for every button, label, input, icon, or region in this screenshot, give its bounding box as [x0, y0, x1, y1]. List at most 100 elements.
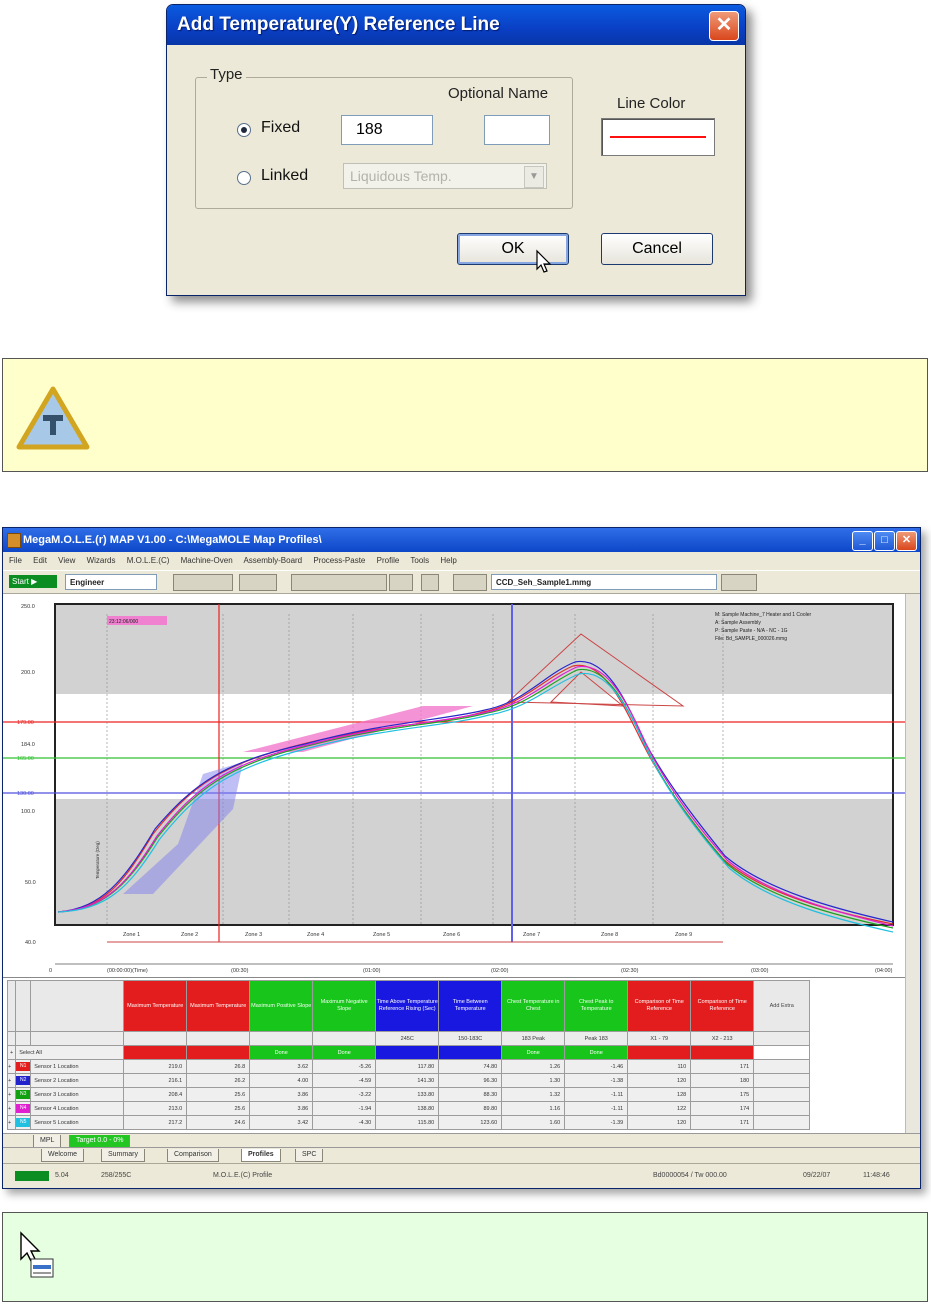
- grid-cell: 216.1: [123, 1073, 188, 1088]
- profile-file-combo[interactable]: CCD_Seh_Sample1.mmg: [491, 574, 717, 590]
- sensor-tag[interactable]: N2: [15, 1073, 32, 1088]
- menu-mole[interactable]: M.O.L.E.(C): [127, 556, 170, 565]
- sensor-tag[interactable]: N1: [15, 1059, 32, 1074]
- x-tick: (00:00:00)(Time): [107, 968, 148, 974]
- zone-label: Zone 5: [373, 932, 390, 938]
- menu-process-paste[interactable]: Process-Paste: [313, 556, 365, 565]
- menu-tools[interactable]: Tools: [410, 556, 429, 565]
- select-all-label[interactable]: Select All: [15, 1045, 125, 1060]
- start-button[interactable]: Start ▶: [9, 575, 57, 588]
- close-icon[interactable]: ✕: [709, 11, 739, 41]
- table-row[interactable]: + N4 Sensor 4 Location 213.0 25.6 3.86 -1.94 13…: [6, 1101, 811, 1116]
- menu-assembly-board[interactable]: Assembly-Board: [243, 556, 302, 565]
- grid-cell: -1.11: [564, 1101, 629, 1116]
- fixed-radio[interactable]: [237, 123, 251, 137]
- expand-icon[interactable]: +: [6, 1115, 17, 1130]
- profile-chart[interactable]: 23:12:06/000 M: Sample Machine_7 Heater …: [3, 594, 920, 977]
- cancel-button[interactable]: Cancel: [601, 233, 713, 265]
- file-nav-icon[interactable]: [721, 574, 757, 591]
- sensor-tag[interactable]: N3: [15, 1087, 32, 1102]
- grid-cell: 171: [690, 1115, 755, 1130]
- column-header[interactable]: Comparison of Time Reference: [690, 980, 755, 1032]
- table-row[interactable]: + N1 Sensor 1 Location 219.0 26.8 3.62 -5.26 11…: [6, 1059, 811, 1074]
- grid-cell: [753, 1073, 811, 1088]
- chart-tools-icon[interactable]: [291, 574, 387, 591]
- column-header[interactable]: Maximum Positive Slope: [249, 980, 314, 1032]
- minimize-icon[interactable]: _: [852, 531, 873, 551]
- column-header[interactable]: Comparison of Time Reference: [627, 980, 692, 1032]
- close-window-icon[interactable]: ✕: [896, 531, 917, 551]
- column-header[interactable]: Maximum Negative Slope: [312, 980, 377, 1032]
- grid-cell: 3.86: [249, 1101, 314, 1116]
- warning-triangle-icon: [16, 386, 90, 450]
- y-tick: 179.00: [17, 720, 34, 726]
- chart-scrollbar[interactable]: [905, 594, 920, 977]
- zone-label: Zone 6: [443, 932, 460, 938]
- linked-radio[interactable]: [237, 171, 251, 185]
- sub-value: Peak 183: [564, 1031, 629, 1046]
- tab-welcome[interactable]: Welcome: [41, 1149, 85, 1162]
- sensor-tag[interactable]: N5: [15, 1115, 32, 1130]
- grid-cell: 110: [627, 1059, 692, 1074]
- grid-scrollbar[interactable]: [905, 977, 920, 1133]
- column-header[interactable]: Time Between Temperature: [438, 980, 503, 1032]
- linked-combo[interactable]: Liquidous Temp. ▼: [343, 163, 547, 189]
- menu-help[interactable]: Help: [440, 556, 456, 565]
- mode-combo[interactable]: Engineer: [65, 574, 157, 590]
- grid-cell: 1.16: [501, 1101, 566, 1116]
- grid-cell: 141.30: [375, 1073, 440, 1088]
- optional-name-input[interactable]: [484, 115, 550, 145]
- column-header[interactable]: Chest Temperature in Chest: [501, 980, 566, 1032]
- sensor-tag-chip: N4: [16, 1104, 30, 1113]
- table-row[interactable]: + N3 Sensor 3 Location 208.4 25.6 3.86 -3.22 13…: [6, 1087, 811, 1102]
- add-extra-header[interactable]: Add Extra: [753, 980, 811, 1032]
- line-color-swatch[interactable]: [601, 118, 715, 156]
- column-header[interactable]: Time Above Temperature Reference Rising …: [375, 980, 440, 1032]
- expand-icon[interactable]: +: [6, 1101, 17, 1116]
- tab-profiles[interactable]: Profiles: [241, 1149, 281, 1162]
- profile-chart-svg: 23:12:06/000 M: Sample Machine_7 Heater …: [3, 594, 906, 977]
- y-tick: 100.0: [21, 809, 35, 815]
- sub-value: X1 - 79: [627, 1031, 692, 1046]
- help-icon[interactable]: [421, 574, 439, 591]
- mouse-cursor-icon: [536, 249, 552, 273]
- sub-value: X2 - 213: [690, 1031, 755, 1046]
- grid-cell: [753, 1101, 811, 1116]
- sub-value: [123, 1031, 188, 1046]
- fixed-label: Fixed: [261, 119, 301, 136]
- expand-icon[interactable]: +: [6, 1087, 17, 1102]
- tab-comparison[interactable]: Comparison: [167, 1149, 219, 1162]
- grid-cell: 115.80: [375, 1115, 440, 1130]
- zoom-icon[interactable]: [239, 574, 277, 591]
- legend-line-3: P: Sample Paste - N/A - NC - 1G: [715, 628, 788, 634]
- sub-value: [186, 1031, 251, 1046]
- expand-icon[interactable]: +: [6, 1073, 17, 1088]
- menu-file[interactable]: File: [9, 556, 22, 565]
- settings-icon[interactable]: [389, 574, 413, 591]
- file-tools-icon[interactable]: [173, 574, 233, 591]
- menu-machine-oven[interactable]: Machine-Oven: [181, 556, 233, 565]
- column-header[interactable]: Chest Peak to Temperature: [564, 980, 629, 1032]
- column-header[interactable]: Maximum Temperature: [123, 980, 188, 1032]
- maximize-icon[interactable]: □: [874, 531, 895, 551]
- expand-icon[interactable]: +: [6, 1059, 17, 1074]
- fixed-value-input[interactable]: 188: [341, 115, 433, 145]
- menu-wizards[interactable]: Wizards: [87, 556, 116, 565]
- chevron-down-icon[interactable]: ▼: [524, 166, 544, 188]
- y-tick: 165.00: [17, 756, 34, 762]
- column-header[interactable]: Maximum Temperature: [186, 980, 251, 1032]
- table-row[interactable]: + N2 Sensor 2 Location 216.1 26.2 4.00 -4.59 14…: [6, 1073, 811, 1088]
- menu-edit[interactable]: Edit: [33, 556, 47, 565]
- status-bar: 5.04 258/255C M.O.L.E.(C) Profile Bd0000…: [3, 1163, 920, 1188]
- sensor-name: Sensor 2 Location: [30, 1073, 125, 1088]
- tab-summary[interactable]: Summary: [101, 1149, 145, 1162]
- sensor-tag[interactable]: N4: [15, 1101, 32, 1116]
- tab-spc[interactable]: SPC: [295, 1149, 324, 1162]
- navigate-icon[interactable]: [453, 574, 487, 591]
- table-row[interactable]: + N5 Sensor 5 Location 217.2 24.6 3.42 -4.30 11…: [6, 1115, 811, 1130]
- zone-label: Zone 3: [245, 932, 262, 938]
- results-table: Maximum Temperature Maximum Temperature …: [6, 980, 811, 1130]
- sub-value: 245C: [375, 1031, 440, 1046]
- menu-view[interactable]: View: [58, 556, 75, 565]
- menu-profile[interactable]: Profile: [377, 556, 400, 565]
